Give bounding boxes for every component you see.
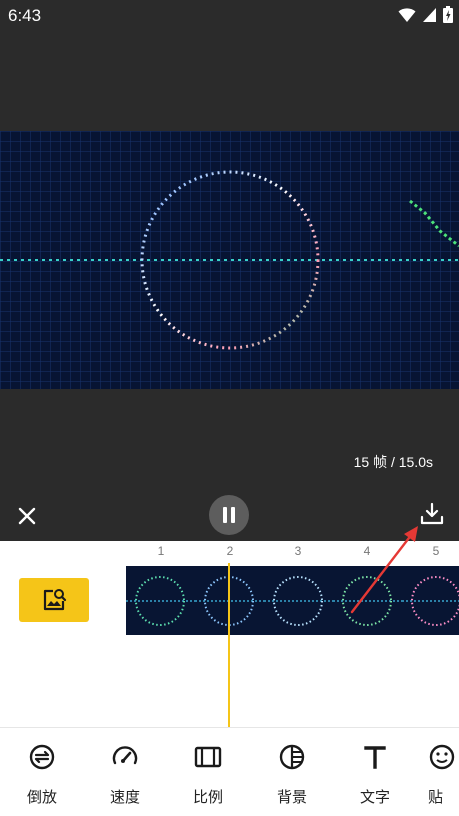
clip-thumbnail bbox=[126, 566, 195, 635]
text-icon bbox=[364, 746, 386, 769]
pause-icon bbox=[223, 507, 235, 523]
tool-label: 文字 bbox=[359, 788, 390, 806]
video-preview[interactable] bbox=[0, 131, 459, 389]
reverse-icon bbox=[29, 744, 55, 770]
timeline-ruler: 1 2 3 4 5 bbox=[0, 544, 459, 562]
pause-button[interactable] bbox=[209, 495, 249, 535]
ruler-tick: 5 bbox=[432, 544, 440, 558]
status-time: 6:43 bbox=[8, 6, 42, 25]
tool-sticker[interactable]: 贴 bbox=[428, 742, 459, 807]
aspect-ratio-icon bbox=[194, 746, 222, 768]
tool-label: 倒放 bbox=[26, 788, 57, 806]
ruler-tick: 1 bbox=[157, 544, 165, 558]
tool-reverse[interactable]: 倒放 bbox=[12, 742, 72, 807]
timeline-area: 1 2 3 4 5 bbox=[0, 541, 459, 727]
tool-background[interactable]: 背景 bbox=[262, 742, 322, 807]
tool-speed[interactable]: 速度 bbox=[95, 742, 155, 807]
tool-label: 背景 bbox=[276, 788, 307, 806]
tool-text[interactable]: 文字 bbox=[345, 742, 405, 807]
close-icon bbox=[18, 507, 36, 525]
ruler-tick: 3 bbox=[294, 544, 302, 558]
clip-thumbnail bbox=[264, 566, 333, 635]
tool-label: 贴 bbox=[428, 788, 444, 806]
wifi-icon bbox=[398, 7, 416, 22]
ruler-tick: 2 bbox=[226, 544, 234, 558]
download-icon bbox=[420, 502, 444, 525]
clip-thumbnail bbox=[402, 566, 459, 635]
status-icons bbox=[398, 6, 453, 23]
sticker-icon bbox=[429, 744, 455, 770]
frame-count-duration: 15 帧 / 15.0s bbox=[353, 454, 433, 470]
tool-aspect-ratio[interactable]: 比例 bbox=[178, 742, 238, 807]
background-icon bbox=[279, 744, 305, 770]
playback-control-bar bbox=[0, 490, 459, 541]
download-button[interactable] bbox=[419, 501, 445, 527]
preview-area: 15 帧 / 15.0s bbox=[0, 32, 459, 490]
clip-thumbnail bbox=[333, 566, 402, 635]
signal-icon bbox=[423, 7, 436, 22]
add-media-button[interactable] bbox=[19, 578, 89, 622]
video-clip-strip[interactable] bbox=[126, 566, 459, 635]
speed-gauge-icon bbox=[112, 746, 138, 765]
tool-label: 比例 bbox=[192, 788, 223, 806]
close-button[interactable] bbox=[14, 503, 40, 529]
image-search-icon bbox=[43, 589, 67, 611]
ruler-tick: 4 bbox=[363, 544, 371, 558]
bottom-toolbar: 倒放 速度 比例 背景 文字 贴 bbox=[0, 727, 459, 816]
playhead[interactable] bbox=[228, 563, 230, 727]
tool-label: 速度 bbox=[109, 788, 140, 806]
battery-icon bbox=[443, 6, 453, 23]
status-bar: 6:43 bbox=[0, 0, 459, 32]
